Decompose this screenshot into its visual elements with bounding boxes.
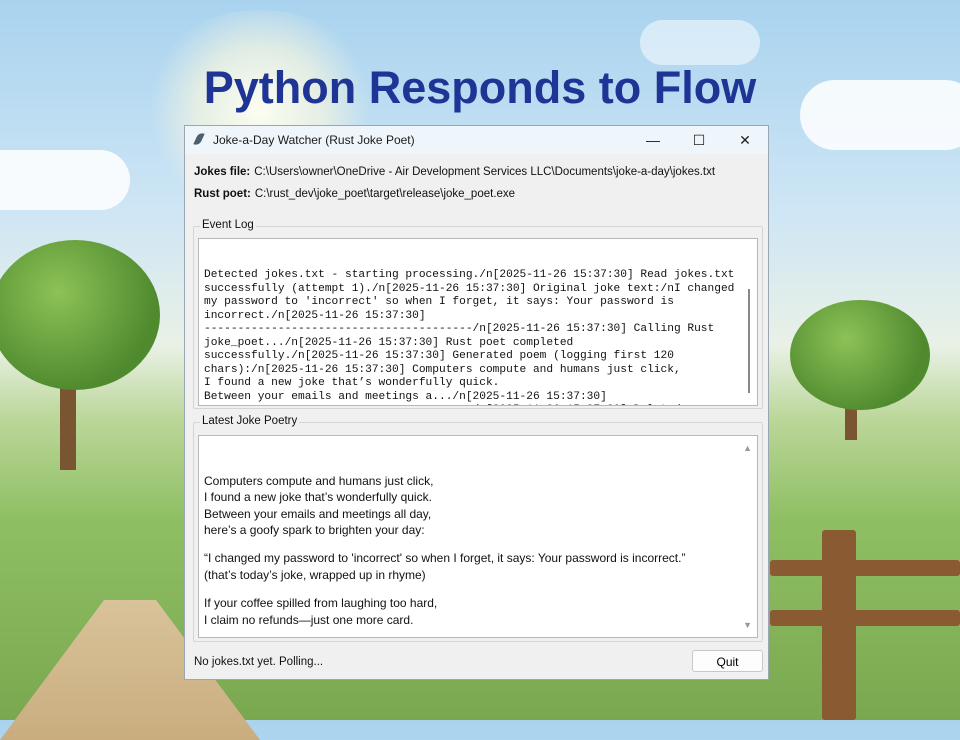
poem-line: here’s a goofy spark to brighten your da… [204, 523, 425, 538]
event-log-frame: Event Log Detected jokes.txt - starting … [193, 219, 763, 409]
poem-line [204, 538, 757, 550]
fence-rail [770, 610, 960, 626]
feather-icon [193, 131, 205, 147]
log-line: I found a new joke that’s wonderfully qu… [204, 377, 500, 389]
poetry-label: Latest Joke Poetry [200, 415, 300, 427]
cloud [640, 20, 760, 65]
log-line: successfully (attempt 1)./n[2025-11-26 1… [204, 282, 735, 295]
title-bar: Joke-a-Day Watcher (Rust Joke Poet) — ☐ … [185, 126, 768, 154]
jokes-file-row: Jokes file: C:\Users\owner\OneDrive - Air… [194, 166, 715, 178]
poetry-scrollbar[interactable]: ▲ ▼ [739, 436, 757, 637]
window-title: Joke-a-Day Watcher (Rust Joke Poet) [213, 133, 415, 147]
app-window: Joke-a-Day Watcher (Rust Joke Poet) — ☐ … [184, 125, 769, 680]
poem-line: I claim no refunds—just one more card. [204, 612, 414, 627]
poem-line: “I changed my password to 'incorrect' so… [204, 551, 686, 566]
event-log-textbox[interactable]: Detected jokes.txt - starting processing… [198, 238, 758, 406]
event-log-label: Event Log [200, 219, 256, 231]
maximize-button[interactable]: ☐ [676, 126, 722, 154]
log-line: ----------------------------------------… [204, 323, 715, 335]
poem-line: If your coffee spilled from laughing too… [204, 596, 438, 611]
fence-rail [770, 560, 960, 576]
slide-title: Python Responds to Flow [203, 62, 757, 113]
log-line: successfully./n[2025-11-26 15:37:30] Gen… [204, 350, 674, 362]
rust-poet-row: Rust poet: C:\rust_dev\joke_poet\target\r… [194, 188, 515, 200]
quit-button[interactable]: Quit [692, 650, 763, 672]
log-line: Detected jokes.txt - starting processing… [204, 269, 735, 281]
jokes-file-label: Jokes file: [194, 166, 251, 178]
log-line: joke_poet.../n[2025-11-26 15:37:30] Rust… [204, 336, 574, 349]
poem-line: Computers compute and humans just click, [204, 473, 434, 488]
poem-line: I found a new joke that’s wonderfully qu… [204, 490, 432, 505]
poetry-frame: Latest Joke Poetry Computers compute and… [193, 415, 763, 642]
log-line: my password to 'incorrect' so when I for… [204, 296, 674, 308]
poetry-textbox[interactable]: Computers compute and humans just click,… [198, 435, 758, 638]
scroll-up-icon[interactable]: ▲ [743, 440, 752, 456]
log-line: ----------------------------------------… [204, 404, 757, 405]
close-button[interactable]: ✕ [722, 126, 768, 154]
rust-poet-label: Rust poet: [194, 188, 251, 200]
minimize-button[interactable]: — [630, 126, 676, 154]
scroll-down-icon[interactable]: ▼ [743, 617, 752, 633]
poem-line: Between your emails and meetings all day… [204, 506, 432, 521]
event-log-scrollbar[interactable] [739, 239, 757, 405]
cloud [0, 150, 130, 210]
tree [790, 300, 930, 410]
tree [0, 240, 160, 390]
scrollbar-thumb[interactable] [748, 289, 750, 393]
rust-poet-path: C:\rust_dev\joke_poet\target\release\jok… [254, 188, 516, 200]
jokes-file-path: C:\Users\owner\OneDrive - Air Developmen… [254, 166, 716, 178]
poem-line: (that’s today’s joke, wrapped up in rhym… [204, 567, 426, 582]
poem-line [204, 583, 757, 595]
status-text: No jokes.txt yet. Polling... [194, 656, 324, 668]
log-line: incorrect./n[2025-11-26 15:37:30] [204, 309, 426, 322]
log-line: chars):/n[2025-11-26 15:37:30] Computers… [204, 363, 681, 376]
log-line: Between your emails and meetings a.../n[… [204, 390, 607, 403]
